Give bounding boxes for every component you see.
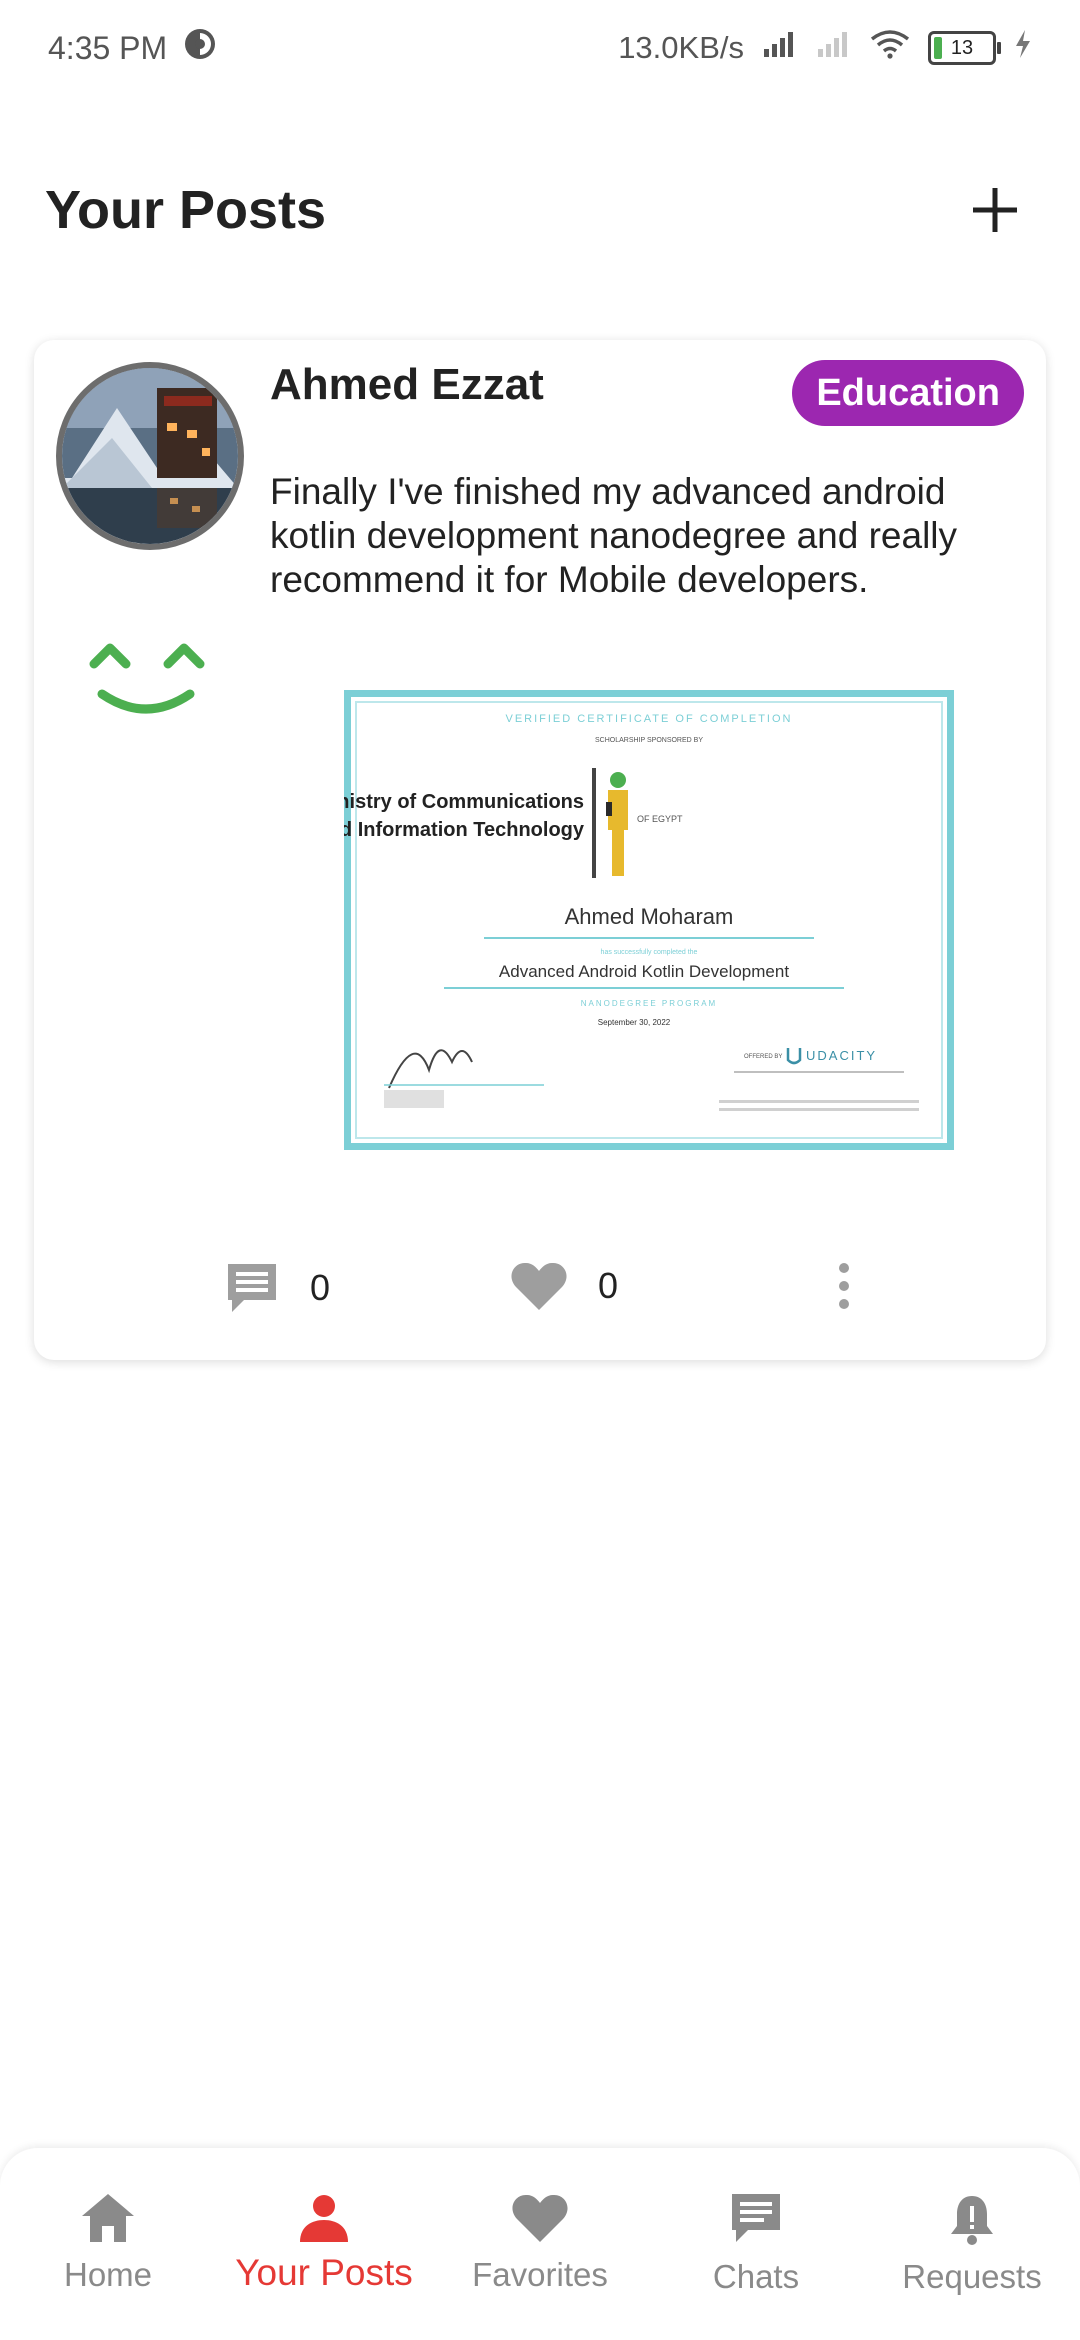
post-card[interactable]: Ahmed Ezzat Education Finally I've finis…	[34, 340, 1046, 1360]
more-options-button[interactable]	[834, 1260, 854, 1312]
cert-recipient: Ahmed Moharam	[565, 904, 734, 929]
heart-icon	[512, 2194, 568, 2242]
nav-item-chats[interactable]: Chats	[648, 2148, 864, 2340]
heart-icon[interactable]	[510, 1260, 568, 1312]
net-speed: 13.0KB/s	[618, 30, 744, 65]
cert-heading: VERIFIED CERTIFICATE OF COMPLETION	[505, 713, 792, 725]
comment-icon[interactable]	[224, 1260, 280, 1316]
person-icon	[300, 2195, 348, 2242]
status-right: 13.0KB/s 13	[618, 29, 1032, 67]
nav-label-favorites: Favorites	[472, 2256, 608, 2293]
nav-label-requests: Requests	[902, 2258, 1042, 2295]
nav-label-chats: Chats	[712, 2258, 800, 2295]
add-post-button[interactable]	[955, 170, 1035, 250]
signal-off-icon	[816, 29, 852, 67]
cert-date: September 30, 2022	[598, 1018, 671, 1027]
battery-indicator: 13	[928, 31, 1001, 65]
nav-label-home: Home	[63, 2256, 153, 2293]
status-bar: 4:35 PM 13.0KB/s 13	[0, 0, 1080, 96]
likes-group[interactable]: 0	[510, 1260, 618, 1312]
comments-group[interactable]: 0	[224, 1260, 330, 1316]
status-left: 4:35 PM	[48, 27, 217, 69]
nav-item-favorites[interactable]: Favorites	[432, 2148, 648, 2340]
post-image-certificate[interactable]: VERIFIED CERTIFICATE OF COMPLETION SCHOL…	[315, 689, 955, 1151]
charging-icon	[1014, 29, 1032, 67]
plus-icon	[973, 188, 1017, 232]
cert-offered-by: OFFERED BY	[744, 1054, 782, 1060]
author-name[interactable]: Ahmed Ezzat	[270, 360, 544, 410]
nav-label-your-posts: Your Posts	[235, 2252, 413, 2293]
cert-provider: UDACITY	[806, 1048, 877, 1063]
happy-face-icon	[86, 632, 216, 727]
notification-app-icon	[183, 27, 217, 69]
nav-item-home[interactable]: Home	[0, 2148, 216, 2340]
status-time: 4:35 PM	[48, 29, 168, 66]
signal-icon	[762, 29, 798, 67]
cert-program: Advanced Android Kotlin Development	[499, 962, 789, 981]
chat-icon	[732, 2194, 780, 2242]
cert-completed: has successfully completed the	[601, 949, 698, 956]
bottom-nav: Home Your Posts Favorites Chats Requests	[0, 2148, 1080, 2340]
header: Your Posts	[45, 165, 1035, 255]
page-title: Your Posts	[45, 180, 327, 240]
cert-ministry-line1: Ministry of Communications	[344, 791, 584, 813]
more-vert-icon[interactable]	[834, 1260, 854, 1312]
bell-icon	[951, 2196, 993, 2245]
nav-item-requests[interactable]: Requests	[864, 2148, 1080, 2340]
author-avatar[interactable]	[56, 362, 244, 550]
cert-ministry-line2: and Information Technology	[344, 819, 585, 841]
likes-count: 0	[598, 1265, 619, 1306]
nav-item-your-posts[interactable]: Your Posts	[216, 2148, 432, 2340]
wifi-icon	[870, 29, 910, 67]
post-text: Finally I've finished my advanced androi…	[270, 471, 958, 600]
post-actions: 0 0	[34, 1260, 1046, 1320]
comments-count: 0	[310, 1267, 331, 1308]
cert-country: OF EGYPT	[637, 814, 683, 824]
cert-program-type: NANODEGREE PROGRAM	[581, 999, 717, 1008]
category-badge: Education	[792, 360, 1024, 426]
cert-sponsored: SCHOLARSHIP SPONSORED BY	[595, 737, 703, 744]
home-icon	[82, 2194, 134, 2242]
